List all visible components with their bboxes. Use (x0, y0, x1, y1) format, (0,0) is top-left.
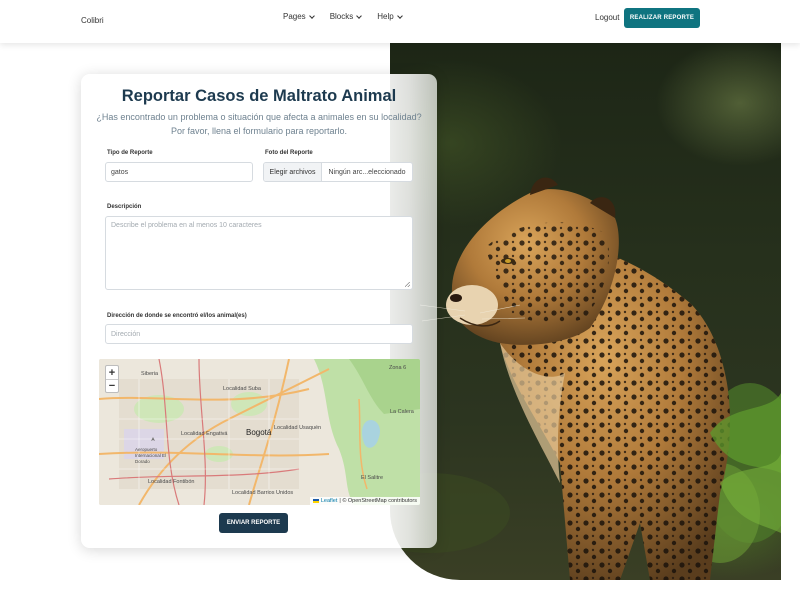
nav-blocks-dropdown[interactable]: Blocks (329, 12, 363, 21)
nav-help-label: Help (377, 12, 394, 21)
map-label-barrios-unidos: Localidad Barrios Unidos (232, 490, 294, 496)
descripcion-placeholder: Describe el problema en al menos 10 cara… (111, 222, 262, 229)
brand-logo[interactable]: Colibri (81, 16, 104, 25)
file-status-text: Ningún arc...eleccionado (328, 168, 406, 176)
form-title: Reportar Casos de Maltrato Animal (121, 87, 397, 105)
map-label-el-salitre: El Salitre (361, 475, 384, 481)
navbar: Colibri Pages Blocks Help Logout REALIZA… (0, 0, 800, 43)
enviar-reporte-button[interactable]: ENVIAR REPORTE (219, 513, 288, 533)
tipo-reporte-input[interactable]: gatos (105, 162, 253, 182)
map-label-siberia: Siberia (141, 371, 159, 377)
map-label-zona6: Zona 6 (389, 365, 407, 371)
direccion-label: Dirección de donde se encontró el/los an… (107, 313, 247, 319)
chevron-down-icon (396, 12, 403, 19)
tipo-reporte-label: Tipo de Reporte (107, 150, 153, 156)
location-map[interactable]: + − Siberia Localidad Suba Localidad Eng… (99, 359, 420, 505)
chevron-down-icon (308, 12, 315, 19)
chevron-down-icon (356, 12, 363, 19)
nav-pages-label: Pages (283, 12, 306, 21)
map-label-usaquen: Localidad Usaquén (274, 425, 322, 431)
leaflet-link[interactable]: Leaflet (321, 498, 338, 504)
report-form-card: Reportar Casos de Maltrato Animal ¿Has e… (81, 74, 437, 548)
foto-file-input[interactable]: Elegir archivos Ningún arc...eleccionado (263, 162, 413, 182)
map-label-bogota: Bogotá (246, 428, 272, 437)
descripcion-label: Descripción (107, 204, 142, 210)
jaguar-hero-image (390, 43, 781, 580)
logout-link[interactable]: Logout (595, 13, 619, 22)
map-zoom-control: + − (105, 365, 119, 393)
nav-help-dropdown[interactable]: Help (377, 12, 403, 21)
jaguar-illustration (390, 177, 781, 580)
nav-blocks-label: Blocks (329, 12, 354, 21)
direccion-input[interactable]: Dirección (105, 324, 413, 344)
map-label-suba: Localidad Suba (223, 386, 261, 392)
choose-files-button[interactable]: Elegir archivos (264, 163, 322, 181)
nav-menu: Pages Blocks Help (283, 12, 403, 21)
form-subtitle: ¿Has encontrado un problema o situación … (96, 112, 422, 136)
resize-handle-icon[interactable] (405, 282, 410, 287)
zoom-in-button[interactable]: + (106, 366, 118, 379)
foto-reporte-label: Foto del Reporte (265, 150, 313, 156)
realizar-reporte-button[interactable]: REALIZAR REPORTE (624, 8, 700, 28)
osm-attribution-text[interactable]: | © OpenStreetMap contributors (339, 498, 417, 504)
map-label-fontibon: Localidad Fontibón (148, 479, 195, 485)
map-label-engativa: Localidad Engativá (181, 431, 228, 437)
map-attribution: Leaflet | © OpenStreetMap contributors (309, 497, 420, 505)
ukraine-flag-icon (312, 499, 319, 503)
map-label-aeropuerto: Aeropuerto Internacional El Dorado (135, 447, 167, 464)
map-label-la-calera: La Calera (390, 409, 414, 415)
descripcion-textarea[interactable]: Describe el problema en al menos 10 cara… (105, 216, 413, 290)
zoom-out-button[interactable]: − (106, 379, 118, 392)
nav-pages-dropdown[interactable]: Pages (283, 12, 315, 21)
